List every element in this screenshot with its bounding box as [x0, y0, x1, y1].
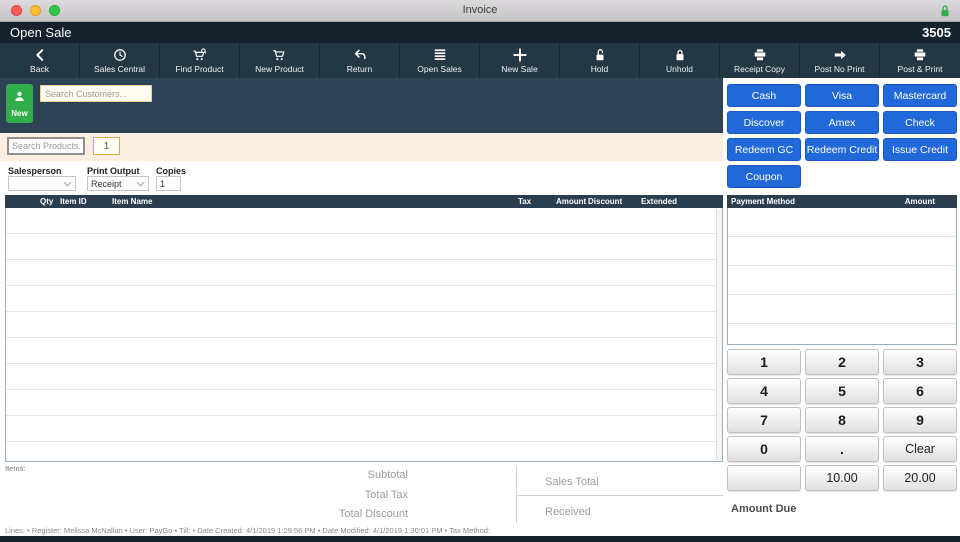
tender-redeem-gc-button[interactable]: Redeem GC	[727, 138, 801, 161]
print-output-select[interactable]: Receipt	[87, 176, 149, 191]
new-customer-button[interactable]: New	[6, 84, 33, 123]
sale-number: 3505	[922, 25, 951, 40]
numpad-key-7[interactable]: 7	[727, 407, 801, 433]
lock-icon	[673, 48, 687, 62]
items-count-label: Items:	[5, 464, 26, 473]
payment-method-header: Payment Method Amount	[727, 195, 957, 208]
return-arrow-icon	[353, 48, 367, 62]
print-output-label: Print Output	[87, 166, 140, 176]
items-scrollbar[interactable]	[716, 209, 722, 460]
payment-method-table: Payment Method Amount	[727, 195, 957, 345]
list-icon	[433, 48, 447, 62]
numpad-blank-key[interactable]	[727, 465, 801, 491]
lock-status-icon	[938, 3, 952, 23]
numpad-key-2[interactable]: 2	[805, 349, 879, 375]
unlock-icon	[593, 48, 607, 62]
page-header: Open Sale 3505	[0, 22, 960, 43]
tender-buttons: Cash Visa Mastercard Discover Amex Check…	[727, 84, 957, 188]
hold-button[interactable]: Hold	[560, 43, 640, 78]
new-sale-button[interactable]: New Sale	[480, 43, 560, 78]
total-discount-label: Total Discount	[338, 508, 408, 520]
back-button[interactable]: Back	[0, 43, 80, 78]
clock-icon	[113, 48, 127, 62]
numpad-key-4[interactable]: 4	[727, 378, 801, 404]
numpad: 1 2 3 4 5 6 7 8 9 0 . Clear 10.00 20.00	[727, 349, 957, 491]
numpad-key-6[interactable]: 6	[883, 378, 957, 404]
pos-invoice-window: Invoice Open Sale 3505 Back Sales Centra…	[0, 0, 960, 542]
quantity-box[interactable]: 1	[93, 137, 120, 155]
subtotal-label: Subtotal	[367, 469, 408, 481]
search-customers-input[interactable]	[40, 85, 152, 102]
sales-total-label: Sales Total	[545, 476, 599, 488]
post-no-print-button[interactable]: Post No Print	[800, 43, 880, 78]
sales-total-underline	[516, 495, 723, 496]
cart-icon	[272, 48, 287, 62]
receipt-copy-button[interactable]: Receipt Copy	[720, 43, 800, 78]
new-product-button[interactable]: New Product	[240, 43, 320, 78]
tender-visa-button[interactable]: Visa	[805, 84, 879, 107]
chevron-down-icon	[136, 179, 145, 189]
received-label: Received	[545, 506, 591, 518]
post-and-print-button[interactable]: Post & Print	[880, 43, 960, 78]
window-title: Invoice	[462, 4, 498, 16]
copies-label: Copies	[156, 166, 187, 176]
product-search-band: 1	[0, 133, 723, 161]
plus-icon	[512, 47, 527, 62]
total-tax-label: Total Tax	[364, 489, 408, 501]
line-items-header: Qty Item ID Item Name Tax Amount Discoun…	[5, 195, 723, 208]
tender-amex-button[interactable]: Amex	[805, 111, 879, 134]
back-icon	[33, 48, 47, 62]
salesperson-select[interactable]	[8, 176, 76, 191]
printer-icon	[913, 48, 927, 62]
numpad-quick-10-button[interactable]: 10.00	[805, 465, 879, 491]
tender-redeem-credit-button[interactable]: Redeem Credit	[805, 138, 879, 161]
find-product-button[interactable]: Find Product	[160, 43, 240, 78]
numpad-key-5[interactable]: 5	[805, 378, 879, 404]
numpad-quick-20-button[interactable]: 20.00	[883, 465, 957, 491]
tender-coupon-button[interactable]: Coupon	[727, 165, 801, 188]
main-toolbar: Back Sales Central Find Product New Prod…	[0, 43, 960, 78]
printer-icon	[753, 48, 767, 62]
payment-method-body	[727, 208, 957, 345]
bottom-accent-bar	[0, 536, 960, 542]
salesperson-label: Salesperson	[8, 166, 62, 176]
amount-due-label: Amount Due	[731, 503, 797, 515]
return-button[interactable]: Return	[320, 43, 400, 78]
tender-issue-credit-button[interactable]: Issue Credit	[883, 138, 957, 161]
unhold-button[interactable]: Unhold	[640, 43, 720, 78]
numpad-key-1[interactable]: 1	[727, 349, 801, 375]
numpad-clear-button[interactable]: Clear	[883, 436, 957, 462]
tender-mastercard-button[interactable]: Mastercard	[883, 84, 957, 107]
open-sales-button[interactable]: Open Sales	[400, 43, 480, 78]
numpad-key-9[interactable]: 9	[883, 407, 957, 433]
numpad-key-8[interactable]: 8	[805, 407, 879, 433]
numpad-key-decimal[interactable]: .	[805, 436, 879, 462]
numpad-key-0[interactable]: 0	[727, 436, 801, 462]
numpad-key-3[interactable]: 3	[883, 349, 957, 375]
line-items-table: Qty Item ID Item Name Tax Amount Discoun…	[5, 195, 723, 462]
search-products-input[interactable]	[7, 137, 85, 155]
tender-check-button[interactable]: Check	[883, 111, 957, 134]
tender-cash-button[interactable]: Cash	[727, 84, 801, 107]
arrow-right-icon	[833, 48, 847, 62]
page-title: Open Sale	[10, 25, 72, 40]
cart-search-icon	[192, 47, 207, 62]
sales-central-button[interactable]: Sales Central	[80, 43, 160, 78]
line-items-body	[5, 208, 723, 462]
chevron-down-icon	[63, 179, 72, 189]
status-bar: Lines: • Register: Melissa McNallan • Us…	[0, 524, 960, 536]
window-titlebar: Invoice	[0, 0, 960, 22]
copies-input[interactable]	[156, 176, 181, 191]
person-icon	[13, 90, 26, 108]
customer-panel: New	[0, 78, 723, 133]
tender-discover-button[interactable]: Discover	[727, 111, 801, 134]
status-bar-text: Lines: • Register: Melissa McNallan • Us…	[5, 526, 491, 535]
